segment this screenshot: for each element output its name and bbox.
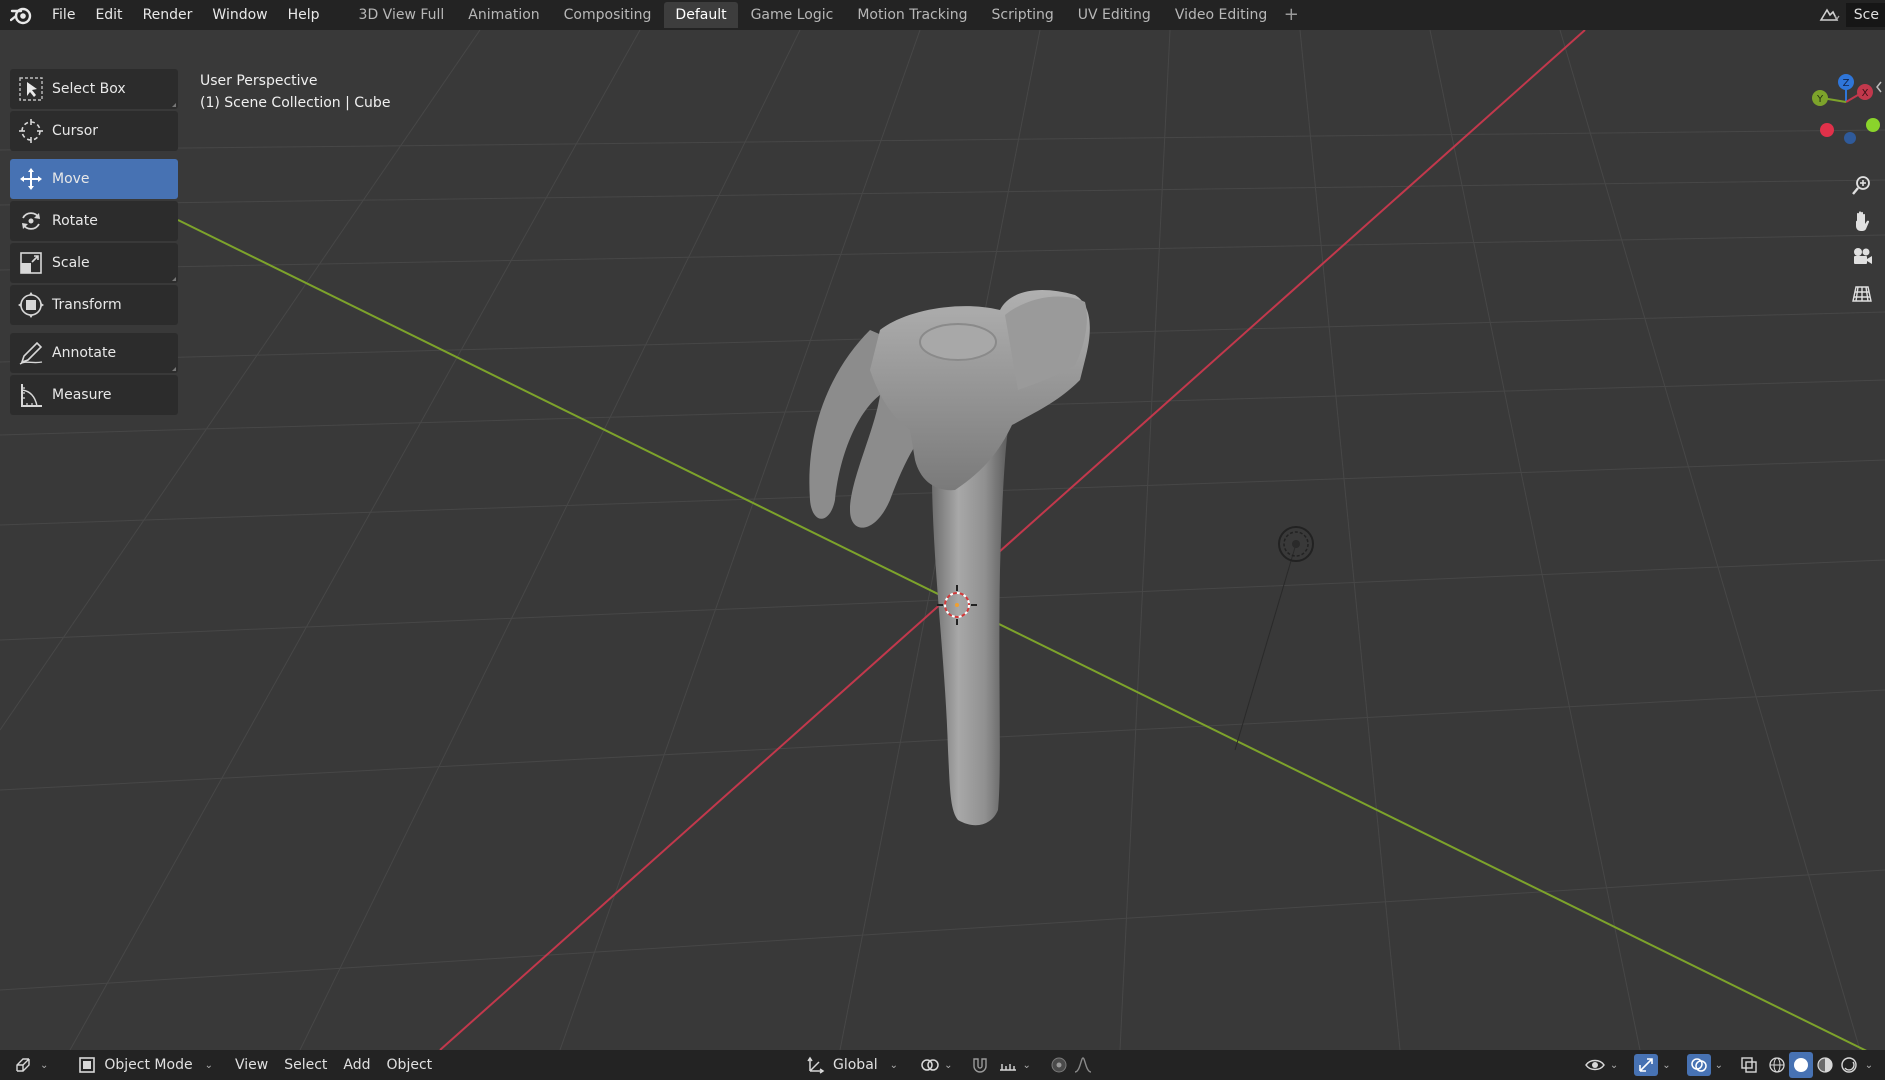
tab-video-editing[interactable]: Video Editing: [1164, 2, 1278, 28]
viewport-display-controls: ⌄ ⌄ ⌄ ⌄: [1572, 1050, 1877, 1080]
select-box-icon: [14, 69, 48, 109]
pivot-point-dropdown[interactable]: ⌄: [914, 1052, 958, 1078]
tool-select-box[interactable]: Select Box: [10, 69, 178, 109]
tab-default[interactable]: Default: [664, 2, 738, 28]
snap-toggle-icon[interactable]: [968, 1052, 992, 1078]
object-mode-icon: [79, 1057, 96, 1073]
tool-cursor[interactable]: Cursor: [10, 111, 178, 151]
move-icon: [14, 159, 48, 199]
chevron-down-icon: ⌄: [1864, 1059, 1874, 1071]
menu-edit[interactable]: Edit: [85, 0, 132, 30]
menu-help[interactable]: Help: [278, 0, 330, 30]
tab-game-logic[interactable]: Game Logic: [740, 2, 845, 28]
navigation-gizmo[interactable]: Z X Y: [1805, 60, 1885, 320]
add-workspace-button[interactable]: +: [1280, 2, 1302, 28]
overlays-dropdown[interactable]: ⌄: [1681, 1052, 1729, 1078]
sidebar-toggle-icon[interactable]: [1875, 80, 1883, 94]
viewport-header: ⌄ Object Mode ⌄ View Select Add Object G…: [0, 1050, 1885, 1080]
tab-animation[interactable]: Animation: [457, 2, 550, 28]
pan-hand-icon[interactable]: [1847, 206, 1877, 236]
xray-toggle-icon[interactable]: [1737, 1052, 1761, 1078]
falloff-curve-icon[interactable]: [1071, 1052, 1095, 1078]
transform-icon: [14, 285, 48, 325]
chevron-down-icon: ⌄: [1662, 1059, 1671, 1071]
menu-add[interactable]: Add: [335, 1052, 378, 1078]
collection-label: (1) Scene Collection | Cube: [200, 95, 391, 111]
eye-icon: [1584, 1059, 1605, 1071]
scale-icon: [14, 243, 48, 283]
menu-view[interactable]: View: [227, 1052, 276, 1078]
menu-select[interactable]: Select: [276, 1052, 335, 1078]
visibility-dropdown[interactable]: ⌄: [1578, 1052, 1624, 1078]
tool-move[interactable]: Move: [10, 159, 178, 199]
svg-text:Z: Z: [1843, 78, 1850, 89]
menu-window[interactable]: Window: [202, 0, 277, 30]
workspace-tabs: 3D View Full Animation Compositing Defau…: [348, 0, 1303, 30]
zoom-icon[interactable]: [1847, 170, 1877, 200]
gizmo-dropdown[interactable]: ⌄: [1628, 1052, 1676, 1078]
tool-shelf: Select Box Cursor Move Rotate Scale Tran…: [10, 69, 178, 417]
rotate-icon: [14, 201, 48, 241]
mode-dropdown[interactable]: Object Mode ⌄: [72, 1052, 219, 1078]
gizmo-toggle-icon[interactable]: [1634, 1054, 1659, 1076]
3d-viewport[interactable]: Select Box Cursor Move Rotate Scale Tran…: [0, 30, 1885, 1050]
axis-gizmo-icon: Z X Y: [1812, 74, 1880, 144]
editor-type-dropdown[interactable]: ⌄: [8, 1052, 54, 1078]
viewport-scene: [0, 30, 1885, 1050]
orientation-dropdown[interactable]: Global ⌄: [801, 1052, 904, 1078]
menu-object[interactable]: Object: [379, 1052, 441, 1078]
chevron-down-icon: ⌄: [40, 1059, 49, 1071]
chevron-down-icon: ⌄: [889, 1059, 899, 1071]
chevron-down-icon: ⌄: [1714, 1059, 1723, 1071]
tool-measure[interactable]: Measure: [10, 375, 178, 415]
solid-shading-icon[interactable]: [1789, 1052, 1813, 1078]
transform-controls: Global ⌄ ⌄ ⌄: [795, 1050, 1095, 1080]
scene-selector[interactable]: Sce: [1812, 0, 1885, 30]
scene-name: Sce: [1845, 3, 1885, 27]
annotate-icon: [14, 333, 48, 373]
tool-annotate[interactable]: Annotate: [10, 333, 178, 373]
wireframe-shading-icon[interactable]: [1765, 1052, 1789, 1078]
menu-file[interactable]: File: [42, 0, 85, 30]
measure-icon: [14, 375, 48, 415]
perspective-label: User Perspective: [200, 73, 318, 89]
orientation-icon: [807, 1056, 825, 1074]
blender-logo-icon[interactable]: [8, 2, 34, 28]
svg-text:X: X: [1862, 88, 1869, 99]
tab-3d-view-full[interactable]: 3D View Full: [348, 2, 456, 28]
chevron-down-icon: ⌄: [1609, 1059, 1619, 1071]
viewport-info: User Perspective (1) Scene Collection | …: [200, 70, 390, 114]
x-axis-line: [439, 30, 1586, 1050]
tool-transform[interactable]: Transform: [10, 285, 178, 325]
orientation-label: Global: [833, 1057, 878, 1073]
proportional-editing-icon[interactable]: [1047, 1052, 1071, 1078]
chevron-down-icon: ⌄: [1022, 1059, 1031, 1071]
overlays-toggle-icon[interactable]: [1686, 1054, 1711, 1076]
camera-view-icon[interactable]: [1847, 242, 1877, 272]
pivot-point-icon: [921, 1059, 939, 1071]
tool-rotate[interactable]: Rotate: [10, 201, 178, 241]
shading-options-icon[interactable]: ⌄: [1861, 1052, 1877, 1078]
scene-icon: [1812, 6, 1846, 24]
tab-compositing[interactable]: Compositing: [553, 2, 663, 28]
rendered-shading-icon[interactable]: [1837, 1052, 1861, 1078]
mode-label: Object Mode: [104, 1057, 193, 1073]
svg-text:Y: Y: [1816, 94, 1824, 105]
tab-uv-editing[interactable]: UV Editing: [1067, 2, 1162, 28]
snap-increment-icon: [1000, 1064, 1017, 1071]
chevron-down-icon: ⌄: [204, 1059, 213, 1071]
tool-scale[interactable]: Scale: [10, 243, 178, 283]
light-object: [1278, 526, 1314, 562]
top-bar: File Edit Render Window Help 3D View Ful…: [0, 0, 1885, 30]
orthographic-grid-icon[interactable]: [1847, 278, 1877, 308]
menu-render[interactable]: Render: [133, 0, 203, 30]
editor-type-icon: [16, 1058, 30, 1072]
cursor-icon: [14, 111, 48, 151]
tab-motion-tracking[interactable]: Motion Tracking: [846, 2, 978, 28]
tab-scripting[interactable]: Scripting: [981, 2, 1065, 28]
material-preview-icon[interactable]: [1813, 1052, 1837, 1078]
chevron-down-icon: ⌄: [944, 1059, 953, 1071]
snap-target-dropdown[interactable]: ⌄: [992, 1052, 1036, 1078]
